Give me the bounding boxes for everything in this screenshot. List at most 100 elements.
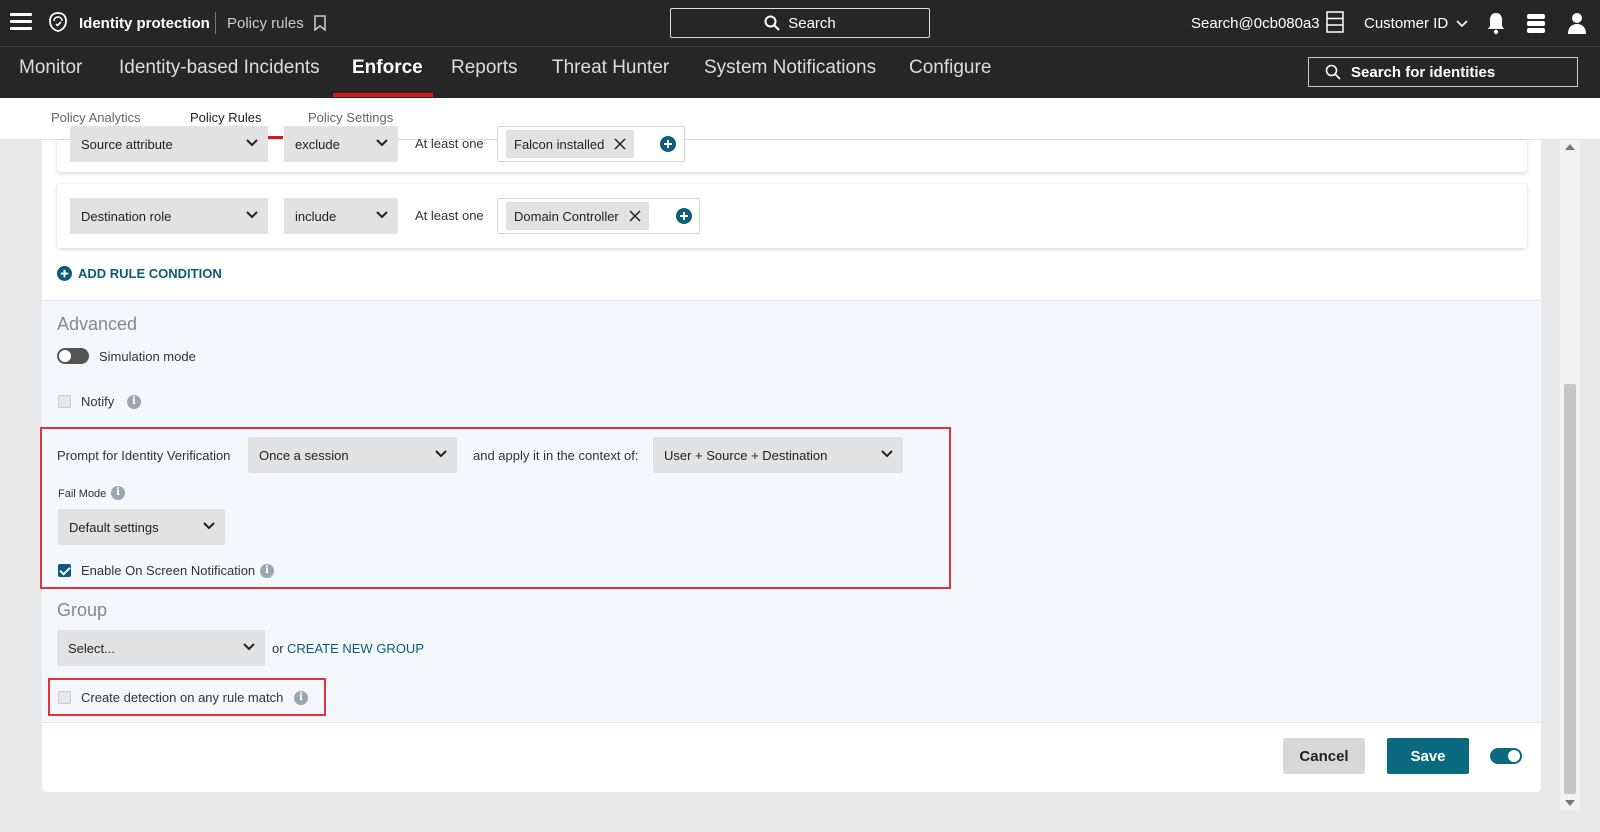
condition-field-select[interactable]: Source attribute: [70, 126, 268, 162]
scroll-up-arrow-icon[interactable]: [1565, 144, 1575, 150]
top-bar: Identity protection Policy rules Search …: [0, 0, 1600, 46]
nav-configure[interactable]: Configure: [909, 57, 991, 79]
on-screen-notification-label: Enable On Screen Notification: [81, 563, 256, 578]
bell-icon[interactable]: [1485, 11, 1507, 35]
on-screen-notification-checkbox[interactable]: [58, 564, 71, 577]
identity-search-placeholder: Search for identities: [1351, 63, 1496, 81]
advanced-title: Advanced: [57, 314, 138, 334]
nav-threat-hunter[interactable]: Threat Hunter: [552, 57, 669, 79]
or-label: or: [272, 641, 284, 656]
condition-field-value: Destination role: [81, 208, 172, 224]
divider: [215, 12, 216, 34]
fail-mode-value: Default settings: [69, 519, 159, 535]
fingerprint-shield-icon: [49, 12, 67, 32]
stack-icon[interactable]: [1525, 12, 1547, 34]
close-icon[interactable]: [629, 210, 641, 222]
add-rule-condition-button[interactable]: ADD RULE CONDITION: [57, 266, 222, 281]
chevron-down-icon: [376, 139, 388, 147]
prompt-verification-label: Prompt for Identity Verification: [57, 448, 231, 463]
rule-condition-card: [57, 140, 1527, 172]
chevron-down-icon: [376, 211, 388, 219]
scrollbar-thumb[interactable]: [1564, 384, 1576, 794]
prompt-frequency-value: Once a session: [259, 447, 349, 463]
customer-id-dropdown[interactable]: Customer ID: [1364, 15, 1468, 32]
search-icon: [764, 15, 780, 31]
context-select[interactable]: User + Source + Destination: [653, 437, 903, 473]
create-new-group-link[interactable]: CREATE NEW GROUP: [287, 641, 424, 656]
notify-label: Notify: [81, 394, 115, 409]
notify-checkbox[interactable]: [58, 395, 71, 408]
info-icon[interactable]: i: [127, 395, 141, 409]
condition-match-label: At least one: [415, 136, 484, 151]
tab-policy-analytics[interactable]: Policy Analytics: [51, 110, 141, 125]
chevron-down-icon: [243, 643, 255, 651]
simulation-mode-toggle[interactable]: [57, 348, 89, 364]
identity-search-field[interactable]: Search for identities: [1308, 57, 1578, 87]
add-circle-icon[interactable]: [676, 208, 692, 224]
nav-monitor[interactable]: Monitor: [19, 57, 82, 79]
condition-operator-value: exclude: [295, 136, 340, 152]
chevron-down-icon: [1456, 19, 1468, 27]
scroll-down-arrow-icon[interactable]: [1565, 800, 1575, 806]
context-value: User + Source + Destination: [664, 447, 828, 463]
chevron-down-icon: [435, 450, 447, 458]
person-icon[interactable]: [1566, 11, 1588, 35]
server-icon[interactable]: [1325, 11, 1345, 33]
chevron-down-icon: [881, 450, 893, 458]
bookmark-icon[interactable]: [314, 15, 326, 31]
add-rule-condition-label: ADD RULE CONDITION: [78, 266, 222, 281]
save-button[interactable]: Save: [1387, 738, 1469, 774]
close-icon[interactable]: [614, 138, 626, 150]
group-select-value: Select...: [68, 640, 115, 656]
condition-values-box[interactable]: Domain Controller: [497, 198, 700, 234]
chevron-down-icon: [246, 211, 258, 219]
group-select[interactable]: Select...: [57, 630, 265, 666]
create-detection-label: Create detection on any rule match: [81, 690, 284, 705]
simulation-mode-label: Simulation mode: [99, 349, 196, 364]
chevron-down-icon: [203, 522, 215, 530]
condition-match-label: At least one: [415, 208, 484, 223]
tag-label: Domain Controller: [514, 208, 619, 224]
condition-field-value: Source attribute: [81, 136, 173, 152]
context-label: and apply it in the context of:: [473, 448, 639, 463]
info-icon[interactable]: i: [260, 564, 274, 578]
search-label: Search: [788, 14, 836, 32]
fail-mode-label: Fail Mode: [58, 488, 107, 500]
nav-reports[interactable]: Reports: [451, 57, 518, 79]
rule-condition-card: [57, 184, 1527, 248]
tab-policy-settings[interactable]: Policy Settings: [308, 110, 393, 125]
active-nav-indicator: [333, 93, 433, 97]
info-icon[interactable]: i: [294, 691, 308, 705]
tab-policy-rules[interactable]: Policy Rules: [190, 110, 262, 125]
rule-enabled-toggle[interactable]: [1490, 748, 1522, 764]
condition-tag: Domain Controller: [506, 202, 649, 230]
info-icon[interactable]: i: [111, 486, 125, 500]
nav-enforce[interactable]: Enforce: [352, 57, 423, 79]
fail-mode-select[interactable]: Default settings: [58, 509, 225, 545]
search-icon: [1325, 64, 1341, 80]
user-account[interactable]: Search@0cb080a3: [1191, 15, 1320, 32]
condition-tag: Falcon installed: [506, 130, 635, 158]
add-circle-icon[interactable]: [660, 136, 676, 152]
customer-id-label: Customer ID: [1364, 15, 1449, 32]
chevron-down-icon: [246, 139, 258, 147]
create-detection-checkbox[interactable]: [58, 691, 71, 704]
cancel-button[interactable]: Cancel: [1283, 738, 1365, 774]
page-breadcrumb: Policy rules: [227, 15, 304, 32]
group-title: Group: [57, 600, 108, 620]
nav-identity-incidents[interactable]: Identity-based Incidents: [119, 57, 320, 79]
prompt-frequency-select[interactable]: Once a session: [248, 437, 457, 473]
tag-label: Falcon installed: [514, 136, 605, 152]
app-title: Identity protection: [79, 15, 210, 32]
condition-operator-select[interactable]: exclude: [284, 126, 398, 162]
condition-operator-value: include: [295, 208, 337, 224]
add-circle-icon: [57, 266, 72, 281]
menu-icon[interactable]: [10, 13, 32, 31]
main-nav: Monitor Identity-based Incidents Enforce…: [0, 46, 1600, 98]
condition-field-select[interactable]: Destination role: [70, 198, 268, 234]
nav-system-notifications[interactable]: System Notifications: [704, 57, 876, 79]
scrollbar[interactable]: [1560, 140, 1580, 810]
condition-operator-select[interactable]: include: [284, 198, 398, 234]
condition-values-box[interactable]: Falcon installed: [497, 126, 685, 162]
global-search-button[interactable]: Search: [670, 8, 930, 38]
